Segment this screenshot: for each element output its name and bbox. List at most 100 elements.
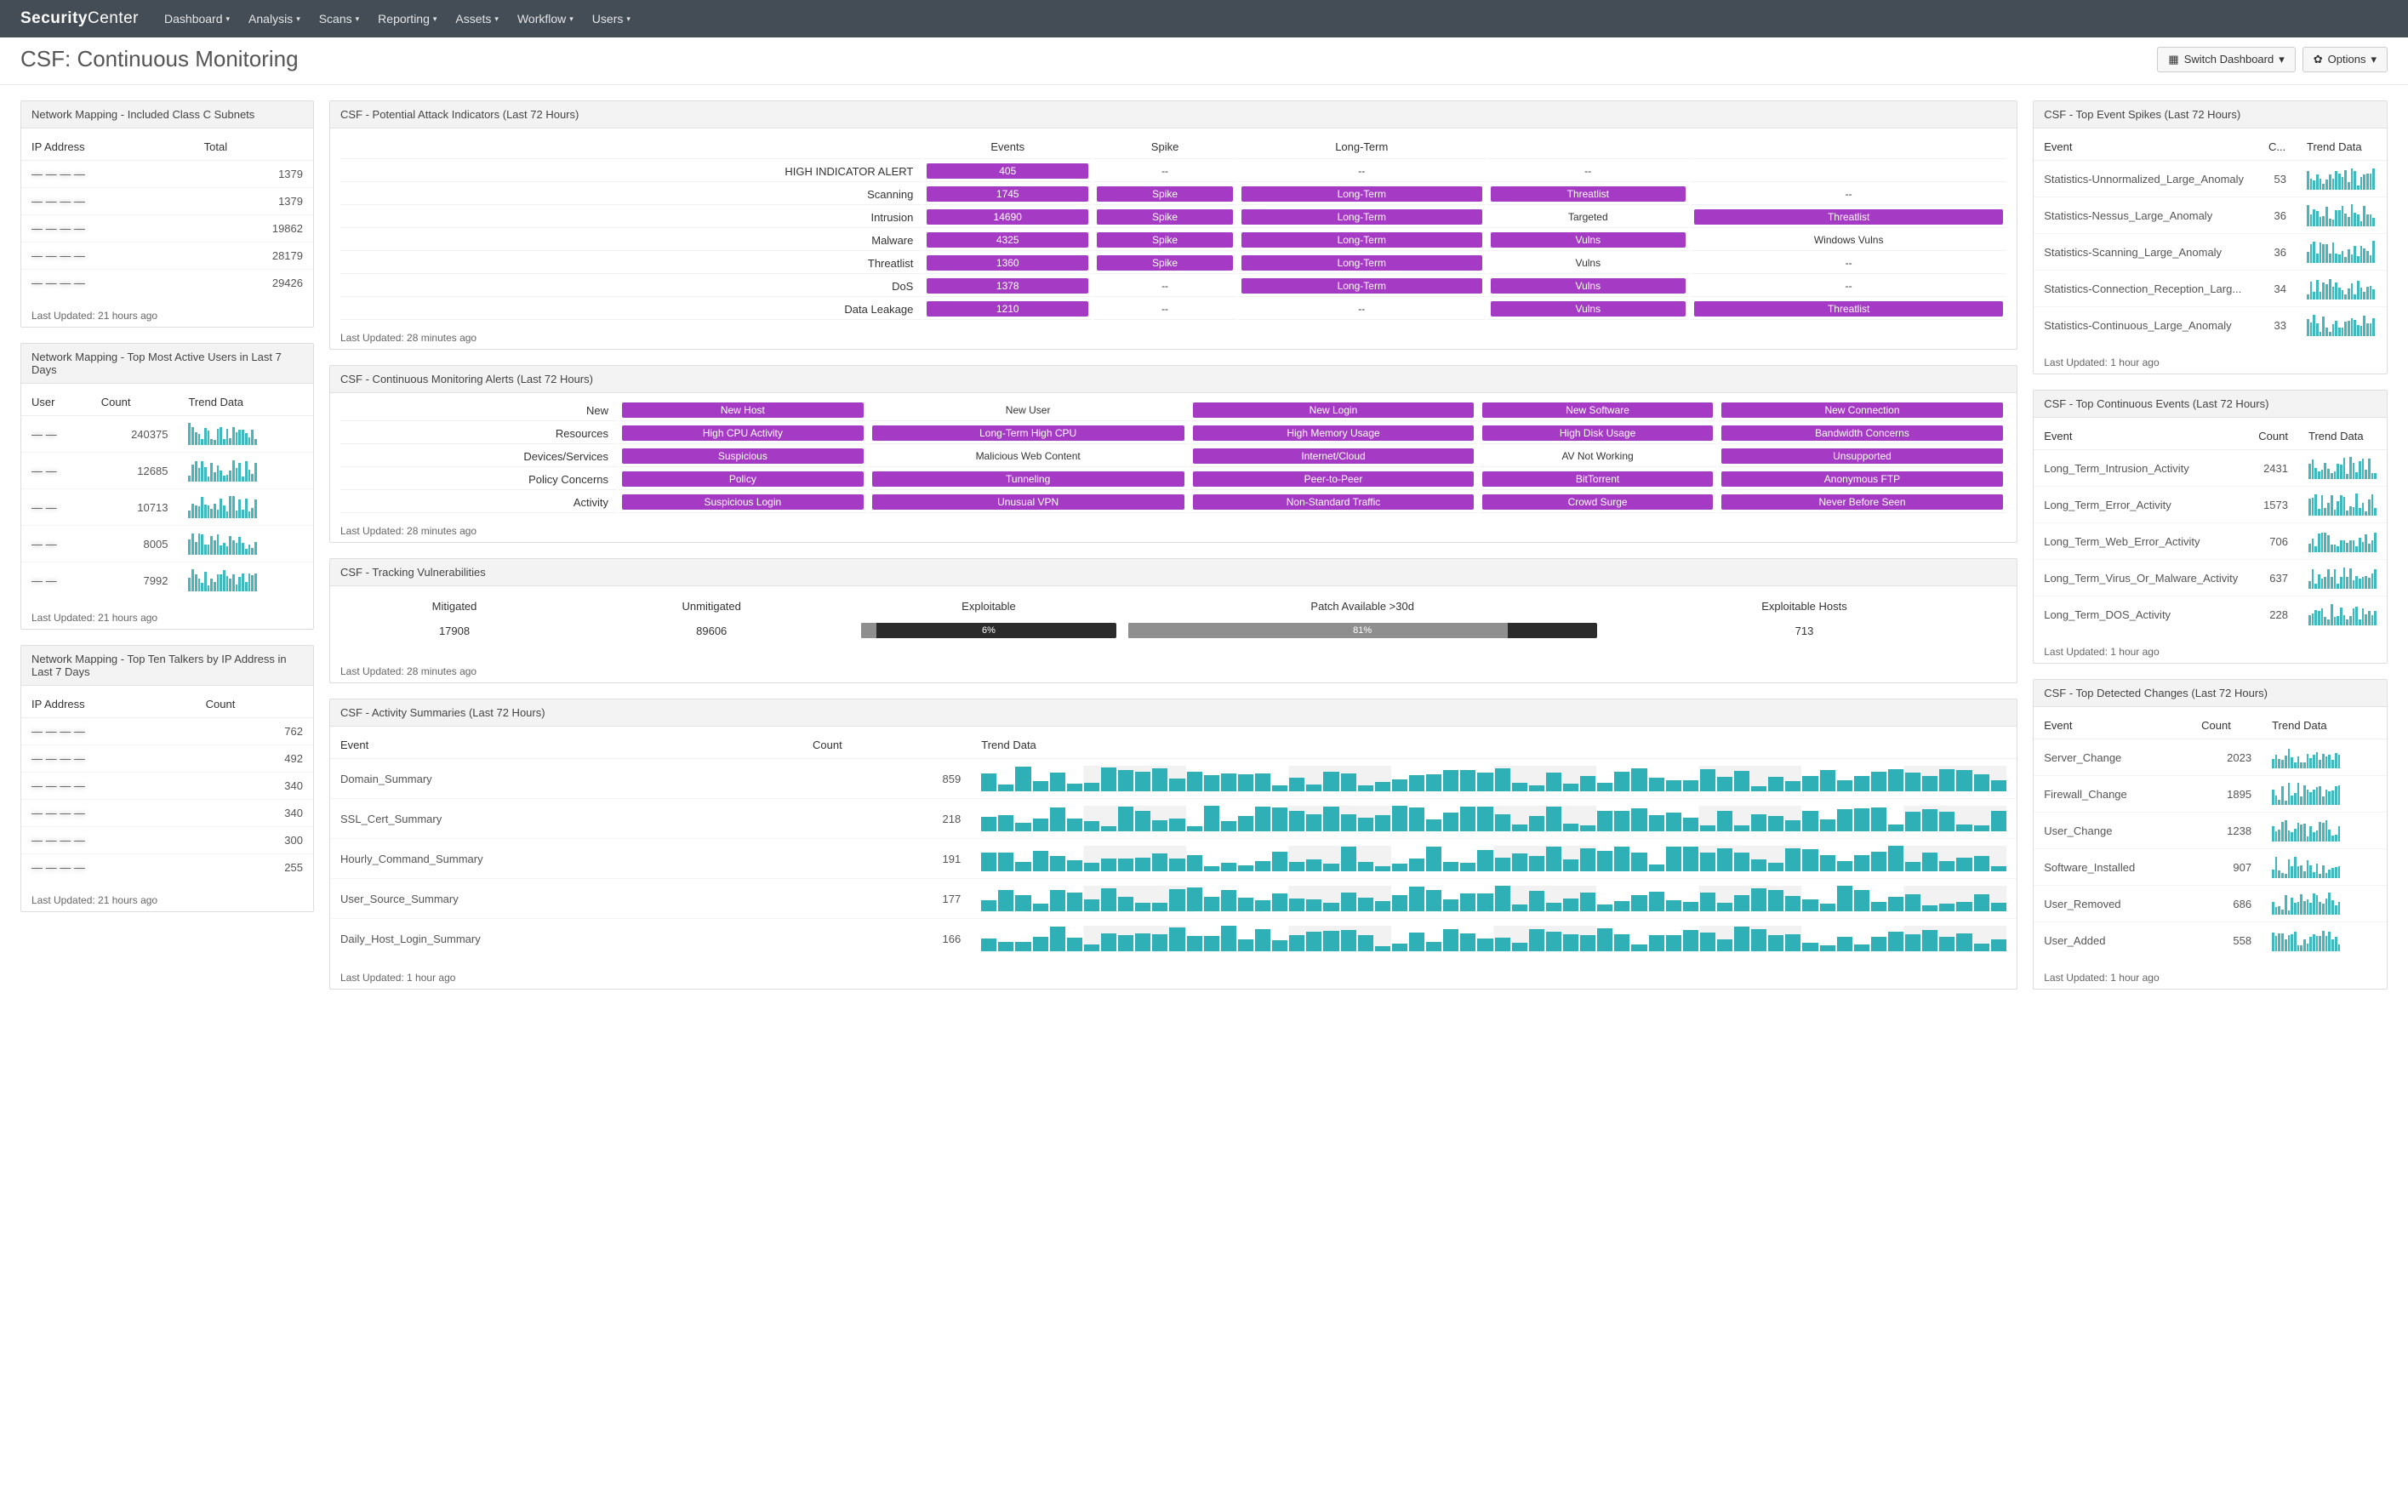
badge-cell[interactable]: Spike xyxy=(1097,186,1233,202)
table-row[interactable]: Daily_Host_Login_Summary166 xyxy=(330,919,2017,959)
badge-cell[interactable]: Long-Term xyxy=(1241,209,1482,225)
badge-cell[interactable]: Internet/Cloud xyxy=(1193,448,1475,464)
table-row[interactable]: Long_Term_Error_Activity1573 xyxy=(2034,487,2387,523)
badge-cell[interactable]: Never Before Seen xyxy=(1721,494,2003,510)
table-row[interactable]: — — — —1379 xyxy=(21,161,313,188)
badge-cell[interactable]: 4325 xyxy=(927,232,1088,248)
count-value: 907 xyxy=(2191,849,2262,886)
badge-cell[interactable]: Suspicious xyxy=(622,448,864,464)
table-row[interactable]: Long_Term_Virus_Or_Malware_Activity637 xyxy=(2034,560,2387,596)
badge-cell[interactable]: Crowd Surge xyxy=(1482,494,1712,510)
badge-cell[interactable]: Unusual VPN xyxy=(872,494,1184,510)
nav-item-analysis[interactable]: Analysis▾ xyxy=(248,12,300,26)
nav-item-assets[interactable]: Assets▾ xyxy=(455,12,499,26)
switch-dashboard-button[interactable]: ▦ Switch Dashboard ▾ xyxy=(2157,47,2295,72)
table-row[interactable]: Software_Installed907 xyxy=(2034,849,2387,886)
table-row[interactable]: — — — —28179 xyxy=(21,242,313,270)
table-row[interactable]: Statistics-Unnormalized_Large_Anomaly53 xyxy=(2034,161,2387,197)
table-row[interactable]: Statistics-Scanning_Large_Anomaly36 xyxy=(2034,234,2387,271)
nav-item-users[interactable]: Users▾ xyxy=(592,12,631,26)
badge-cell[interactable]: Long-Term xyxy=(1241,232,1482,248)
badge-cell[interactable]: Unsupported xyxy=(1721,448,2003,464)
subnets-table: IP Address Total — — — —1379— — — —1379—… xyxy=(21,134,313,296)
table-row[interactable]: Statistics-Connection_Reception_Larg...3… xyxy=(2034,271,2387,307)
badge-cell[interactable]: High Disk Usage xyxy=(1482,425,1712,441)
trend-cell xyxy=(2297,234,2387,271)
badge-cell[interactable]: Non-Standard Traffic xyxy=(1193,494,1475,510)
table-row[interactable]: User_Removed686 xyxy=(2034,886,2387,922)
table-row[interactable]: Statistics-Continuous_Large_Anomaly33 xyxy=(2034,307,2387,344)
table-row[interactable]: — — — —492 xyxy=(21,745,313,773)
options-button[interactable]: ✿ Options ▾ xyxy=(2302,47,2388,72)
badge-cell[interactable]: Long-Term xyxy=(1241,186,1482,202)
badge-cell[interactable]: Suspicious Login xyxy=(622,494,864,510)
table-row[interactable]: — — — —300 xyxy=(21,827,313,854)
table-row[interactable]: Firewall_Change1895 xyxy=(2034,776,2387,813)
table-row[interactable]: — —7992 xyxy=(21,562,313,599)
table-row[interactable]: SSL_Cert_Summary218 xyxy=(330,799,2017,839)
badge-cell[interactable]: BitTorrent xyxy=(1482,471,1712,487)
table-row[interactable]: User_Added558 xyxy=(2034,922,2387,959)
badge-cell[interactable]: Vulns xyxy=(1491,232,1686,248)
redacted-value: — — — — xyxy=(21,161,194,188)
table-row[interactable]: Long_Term_DOS_Activity228 xyxy=(2034,596,2387,633)
chevron-down-icon: ▾ xyxy=(433,14,437,24)
table-row[interactable]: User_Change1238 xyxy=(2034,813,2387,849)
table-row[interactable]: — —240375 xyxy=(21,416,313,453)
table-row[interactable]: Server_Change2023 xyxy=(2034,739,2387,776)
badge-cell[interactable]: Anonymous FTP xyxy=(1721,471,2003,487)
table-row[interactable]: — —8005 xyxy=(21,526,313,562)
nav-item-dashboard[interactable]: Dashboard▾ xyxy=(164,12,230,26)
table-row[interactable]: — — — —1379 xyxy=(21,188,313,215)
sparkline xyxy=(981,846,2006,871)
col-ip: IP Address xyxy=(21,134,194,161)
table-row[interactable]: — —10713 xyxy=(21,489,313,526)
table-row[interactable]: Statistics-Nessus_Large_Anomaly36 xyxy=(2034,197,2387,234)
badge-cell[interactable]: Peer-to-Peer xyxy=(1193,471,1475,487)
table-row[interactable]: — — — —19862 xyxy=(21,215,313,242)
badge-cell[interactable]: Spike xyxy=(1097,232,1233,248)
badge-cell[interactable]: Long-Term xyxy=(1241,278,1482,294)
badge-cell[interactable]: Threatlist xyxy=(1491,186,1686,202)
badge-cell[interactable]: Tunneling xyxy=(872,471,1184,487)
col-ip: IP Address xyxy=(21,691,196,718)
badge-cell[interactable]: New Host xyxy=(622,402,864,418)
nav-item-scans[interactable]: Scans▾ xyxy=(319,12,359,26)
badge-cell[interactable]: Long-Term xyxy=(1241,255,1482,271)
table-row[interactable]: Hourly_Command_Summary191 xyxy=(330,839,2017,879)
badge-cell[interactable]: New Connection xyxy=(1721,402,2003,418)
badge-cell[interactable]: High CPU Activity xyxy=(622,425,864,441)
badge-cell[interactable]: 1360 xyxy=(927,255,1088,271)
badge-cell[interactable]: Vulns xyxy=(1491,278,1686,294)
table-row[interactable]: — — — —762 xyxy=(21,718,313,745)
nav-item-workflow[interactable]: Workflow▾ xyxy=(517,12,573,26)
badge-cell[interactable]: Long-Term High CPU xyxy=(872,425,1184,441)
table-row[interactable]: — — — —340 xyxy=(21,800,313,827)
badge-cell[interactable]: 14690 xyxy=(927,209,1088,225)
table-row[interactable]: — — — —340 xyxy=(21,773,313,800)
table-row[interactable]: Domain_Summary859 xyxy=(330,759,2017,799)
badge-cell[interactable]: Spike xyxy=(1097,255,1233,271)
badge-cell[interactable]: Bandwidth Concerns xyxy=(1721,425,2003,441)
trend-cell xyxy=(2262,849,2387,886)
badge-cell[interactable]: 405 xyxy=(927,163,1088,179)
badge-cell[interactable]: 1210 xyxy=(927,301,1088,317)
badge-cell[interactable]: New Software xyxy=(1482,402,1712,418)
badge-cell[interactable]: High Memory Usage xyxy=(1193,425,1475,441)
badge-cell[interactable]: 1378 xyxy=(927,278,1088,294)
badge-cell[interactable]: Policy xyxy=(622,471,864,487)
badge-cell[interactable]: Threatlist xyxy=(1694,209,2003,225)
table-row[interactable]: — — — —29426 xyxy=(21,270,313,297)
table-row[interactable]: — — — —255 xyxy=(21,854,313,882)
table-row[interactable]: — —12685 xyxy=(21,453,313,489)
badge-cell[interactable]: Threatlist xyxy=(1694,301,2003,317)
badge-cell[interactable]: Vulns xyxy=(1491,301,1686,317)
table-row[interactable]: Long_Term_Intrusion_Activity2431 xyxy=(2034,450,2387,487)
badge-cell[interactable]: Spike xyxy=(1097,209,1233,225)
badge-cell[interactable]: 1745 xyxy=(927,186,1088,202)
badge-cell[interactable]: New Login xyxy=(1193,402,1475,418)
nav-item-reporting[interactable]: Reporting▾ xyxy=(378,12,437,26)
plain-cell: Vulns xyxy=(1487,253,1690,274)
table-row[interactable]: User_Source_Summary177 xyxy=(330,879,2017,919)
table-row[interactable]: Long_Term_Web_Error_Activity706 xyxy=(2034,523,2387,560)
